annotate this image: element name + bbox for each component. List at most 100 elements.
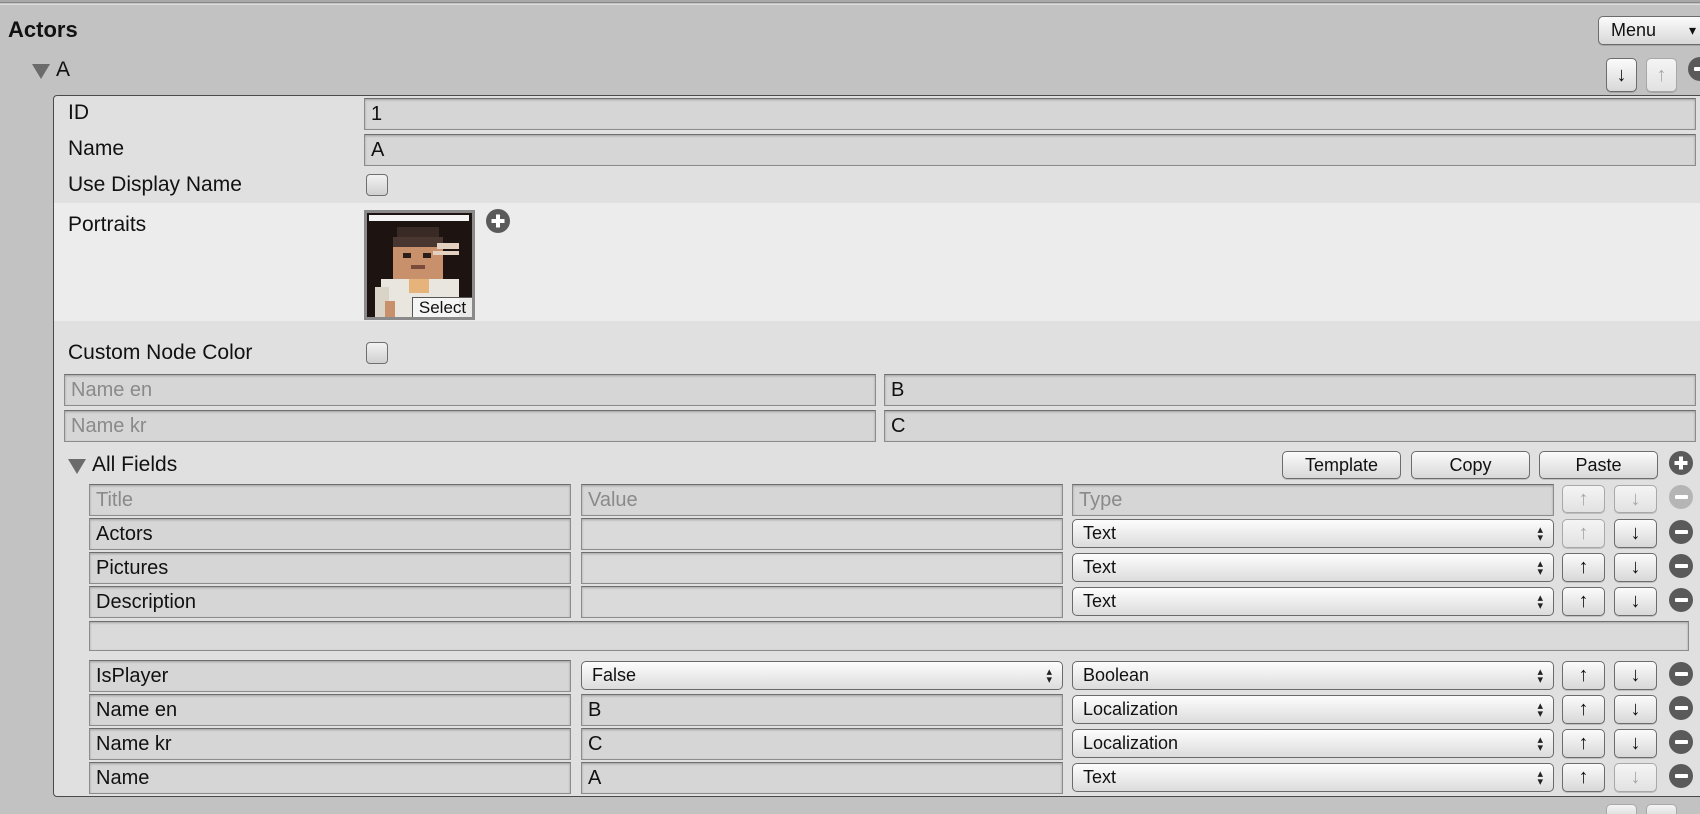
field-value-text: False — [592, 665, 637, 685]
remove-field-icon[interactable] — [1669, 764, 1693, 788]
next-actor-up-button — [1646, 804, 1677, 814]
menu-label: Menu — [1611, 20, 1657, 40]
select-arrows-icon: ▴ ▾ — [1537, 733, 1543, 754]
localized-name-label-field: Name en — [64, 374, 876, 406]
template-button[interactable]: Template — [1282, 451, 1401, 479]
header-move-down-button: ↓ — [1614, 485, 1657, 513]
field-type-select[interactable]: Text ▴ ▾ — [1072, 763, 1554, 792]
field-type-select[interactable]: Text ▴ ▾ — [1072, 519, 1554, 548]
field-type-select[interactable]: Boolean ▴ ▾ — [1072, 661, 1554, 690]
field-type-value: Text — [1083, 523, 1117, 543]
column-header-title: Title — [89, 484, 571, 516]
select-arrows-icon: ▴ ▾ — [1537, 591, 1543, 612]
name-label: Name — [68, 137, 125, 160]
localized-name-label-field: Name kr — [64, 410, 876, 442]
description-textarea[interactable] — [89, 621, 1689, 651]
field-move-up-button[interactable]: ↑ — [1562, 553, 1605, 582]
field-move-down-button[interactable]: ↓ — [1614, 519, 1657, 548]
field-value[interactable]: A — [581, 762, 1063, 794]
field-value-select[interactable]: False ▴ ▾ — [581, 661, 1063, 690]
field-type-select[interactable]: Localization ▴ ▾ — [1072, 729, 1554, 758]
remove-field-icon[interactable] — [1669, 662, 1693, 686]
custom-node-color-label: Custom Node Color — [68, 341, 253, 364]
field-move-up-button[interactable]: ↑ — [1562, 763, 1605, 792]
menu-dropdown-icon: ▾ — [1689, 22, 1697, 38]
copy-button[interactable]: Copy — [1411, 451, 1530, 479]
select-arrows-icon: ▴ ▾ — [1537, 523, 1543, 544]
field-type-select[interactable]: Text ▴ ▾ — [1072, 553, 1554, 582]
field-title[interactable]: Name — [89, 762, 571, 794]
menu-button[interactable]: Menu ▾ — [1598, 16, 1700, 45]
field-move-down-button[interactable]: ↓ — [1614, 587, 1657, 616]
use-display-name-label: Use Display Name — [68, 173, 242, 196]
field-move-down-button[interactable]: ↓ — [1614, 553, 1657, 582]
portrait-slot[interactable]: Select — [364, 210, 475, 320]
field-title[interactable]: Actors — [89, 518, 571, 550]
custom-node-color-checkbox[interactable] — [366, 342, 388, 364]
actor-foldout-icon[interactable] — [32, 64, 50, 79]
portraits-area — [54, 203, 1700, 321]
field-type-value: Text — [1083, 591, 1117, 611]
localized-name-value-field[interactable]: B — [884, 374, 1696, 406]
all-fields-label[interactable]: All Fields — [92, 453, 177, 477]
header-remove-icon — [1669, 485, 1693, 509]
actor-foldout-label[interactable]: A — [56, 58, 70, 82]
field-title[interactable]: Name en — [89, 694, 571, 726]
remove-actor-icon[interactable] — [1688, 57, 1700, 81]
field-move-up-button: ↑ — [1562, 519, 1605, 548]
window-top-border — [0, 0, 1700, 3]
add-field-icon[interactable] — [1669, 451, 1693, 475]
remove-field-icon[interactable] — [1669, 588, 1693, 612]
name-field[interactable]: A — [364, 134, 1696, 166]
window-top-highlight — [0, 4, 1700, 5]
field-type-select[interactable]: Localization ▴ ▾ — [1072, 695, 1554, 724]
paste-button[interactable]: Paste — [1539, 451, 1658, 479]
remove-field-icon[interactable] — [1669, 554, 1693, 578]
field-value[interactable] — [581, 552, 1063, 584]
field-value[interactable]: B — [581, 694, 1063, 726]
select-arrows-icon: ▴ ▾ — [1537, 557, 1543, 578]
next-actor-down-button — [1606, 804, 1637, 814]
remove-field-icon[interactable] — [1669, 520, 1693, 544]
field-title[interactable]: Name kr — [89, 728, 571, 760]
field-move-down-button[interactable]: ↓ — [1614, 729, 1657, 758]
portraits-label: Portraits — [68, 213, 147, 236]
id-label: ID — [68, 101, 89, 124]
field-move-down-button: ↓ — [1614, 763, 1657, 792]
field-type-select[interactable]: Text ▴ ▾ — [1072, 587, 1554, 616]
remove-field-icon[interactable] — [1669, 730, 1693, 754]
field-title[interactable]: IsPlayer — [89, 660, 571, 692]
use-display-name-checkbox[interactable] — [366, 174, 388, 196]
field-type-value: Localization — [1083, 699, 1179, 719]
field-value[interactable]: C — [581, 728, 1063, 760]
move-actor-up-button: ↑ — [1646, 58, 1677, 92]
all-fields-foldout-icon[interactable] — [68, 459, 86, 474]
field-title[interactable]: Description — [89, 586, 571, 618]
select-arrows-icon: ▴ ▾ — [1046, 665, 1052, 686]
field-type-value: Text — [1083, 767, 1117, 787]
id-field[interactable]: 1 — [364, 98, 1696, 130]
column-header-type: Type — [1072, 484, 1554, 516]
field-move-down-button[interactable]: ↓ — [1614, 661, 1657, 690]
select-arrows-icon: ▴ ▾ — [1537, 665, 1543, 686]
field-value[interactable] — [581, 518, 1063, 550]
localized-name-value-field[interactable]: C — [884, 410, 1696, 442]
section-title: Actors — [8, 17, 78, 42]
field-move-up-button[interactable]: ↑ — [1562, 695, 1605, 724]
portrait-select-button[interactable]: Select — [412, 297, 472, 317]
move-actor-down-button[interactable]: ↓ — [1606, 58, 1637, 92]
column-header-value: Value — [581, 484, 1063, 516]
field-move-down-button[interactable]: ↓ — [1614, 695, 1657, 724]
field-move-up-button[interactable]: ↑ — [1562, 729, 1605, 758]
add-portrait-icon[interactable] — [486, 209, 510, 233]
header-move-up-button: ↑ — [1562, 485, 1605, 513]
field-move-up-button[interactable]: ↑ — [1562, 587, 1605, 616]
field-type-value: Boolean — [1083, 665, 1150, 685]
field-title[interactable]: Pictures — [89, 552, 571, 584]
field-type-value: Localization — [1083, 733, 1179, 753]
field-move-up-button[interactable]: ↑ — [1562, 661, 1605, 690]
field-type-value: Text — [1083, 557, 1117, 577]
remove-field-icon[interactable] — [1669, 696, 1693, 720]
select-arrows-icon: ▴ ▾ — [1537, 699, 1543, 720]
field-value[interactable] — [581, 586, 1063, 618]
